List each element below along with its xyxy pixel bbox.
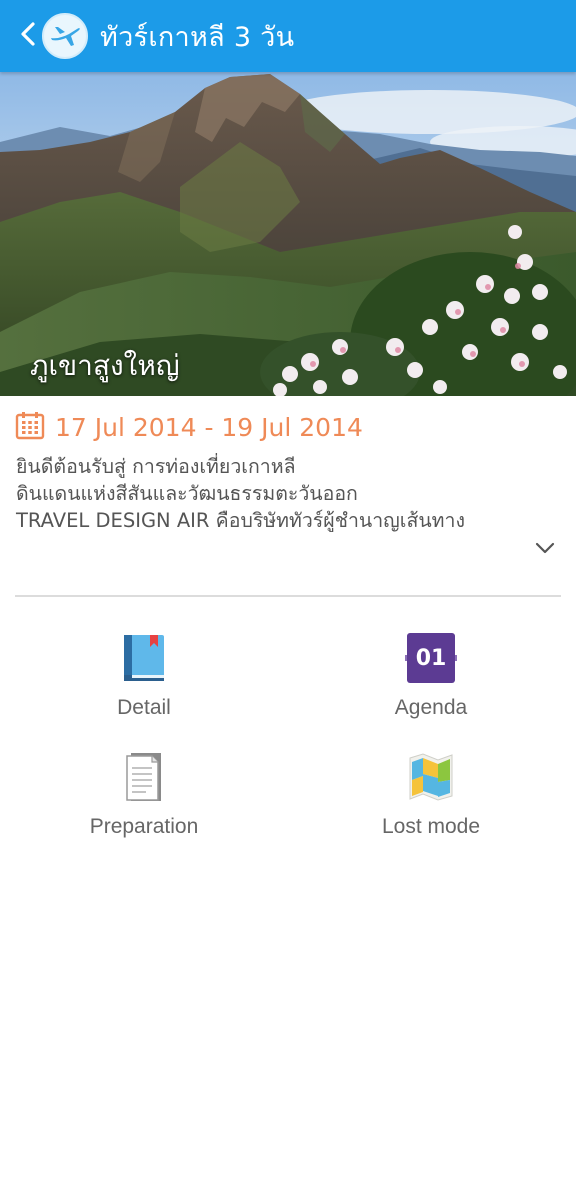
chevron-down-icon [535,539,555,558]
document-icon [116,749,172,805]
description-line: ดินแดนแห่งสีสันและวัฒนธรรมตะวันออก [16,482,358,505]
airplane-icon [42,13,88,59]
menu-item-agenda[interactable]: 01 Agenda [331,630,531,740]
agenda-badge-text: 01 [415,645,447,671]
trip-dates: 17 Jul 2014 - 19 Jul 2014 [15,409,363,445]
menu-label-lost-mode: Lost mode [381,815,481,838]
expand-description-button[interactable] [532,538,558,558]
menu-label-agenda: Agenda [394,696,468,719]
menu-item-lost-mode[interactable]: Lost mode [331,749,531,859]
app-bar: ทัวร์เกาหลี 3 วัน [0,0,576,72]
back-button[interactable] [0,0,36,72]
menu-item-detail[interactable]: Detail [44,630,244,740]
calendar-icon [15,410,45,444]
map-icon [403,749,459,805]
page-title: ทัวร์เกาหลี 3 วัน [100,21,295,53]
app-screen: ทัวร์เกาหลี 3 วัน ภูเขาสูงใหญ่ 17 Jul 20… [0,0,576,1200]
date-range-text: 17 Jul 2014 - 19 Jul 2014 [55,412,363,442]
book-icon [116,630,172,686]
menu-item-preparation[interactable]: Preparation [44,749,244,859]
menu-label-detail: Detail [117,696,171,719]
calendar-day-icon: 01 [403,630,459,686]
description-line: ยินดีต้อนรับสู่ การท่องเที่ยวเกาหลี [16,455,296,478]
hero-image: ภูเขาสูงใหญ่ [0,72,576,396]
hero-caption: ภูเขาสูงใหญ่ [30,349,180,382]
trip-description: ยินดีต้อนรับสู่ การท่องเที่ยวเกาหลี ดินแ… [16,453,561,534]
section-divider [15,595,561,597]
description-line: TRAVEL DESIGN AIR คือบริษัททัวร์ผู้ชำนาญ… [16,509,466,532]
menu-label-preparation: Preparation [89,815,199,838]
chevron-left-icon [20,21,36,51]
